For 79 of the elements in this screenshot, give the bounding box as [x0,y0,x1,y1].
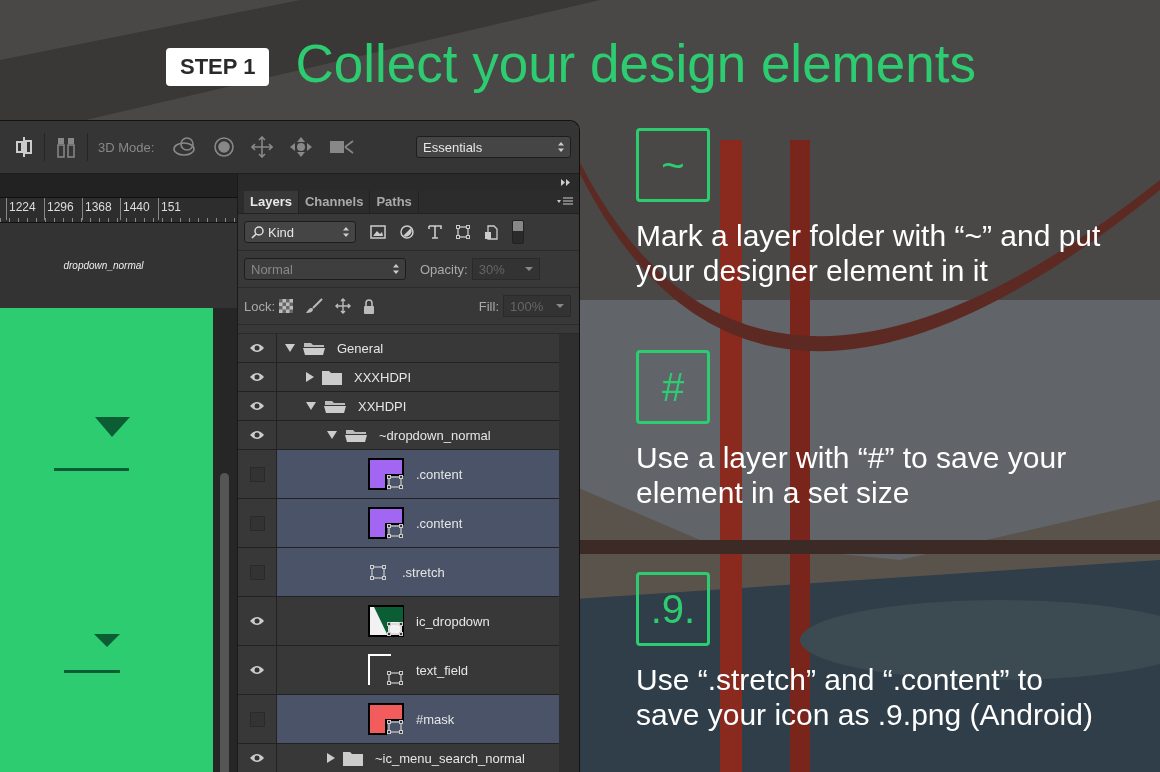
eye-icon[interactable] [249,753,265,763]
step-description: Use “.stretch” and “.content” to save your icon as .9.png (Android) [636,662,1094,732]
menu-icon[interactable] [557,197,573,207]
filter-dropdown[interactable]: Kind [244,221,356,243]
expand-arrow-icon[interactable] [327,431,337,439]
ruler-number: 1440 [120,198,158,220]
scrollbar[interactable] [220,473,229,772]
checker-icon[interactable] [279,299,294,313]
layer-name: #mask [416,711,455,727]
eye-icon[interactable] [249,372,265,382]
step-symbol: ~ [636,128,710,202]
workspace-dropdown[interactable]: Essentials [416,136,571,158]
distribute-icon[interactable] [55,136,77,158]
layer-row[interactable]: .content [277,499,559,547]
layer-name: .content [416,466,463,482]
layer-name: XXXHDPI [354,369,412,385]
layer-thumbnail [368,654,404,686]
layer-name: .stretch [402,564,445,580]
artboard-label: dropdown_normal [63,260,144,271]
slide-arrows-icon[interactable] [289,136,314,158]
collapse-arrow-icon[interactable] [306,372,314,382]
collapse-arrow-icon[interactable] [327,753,335,763]
eye-icon[interactable] [249,401,265,411]
layer-name: .content [416,515,463,531]
lock-icon[interactable] [363,298,376,314]
folder-icon [324,399,346,413]
filter-toggle[interactable] [512,220,524,244]
layer-name: General [337,340,384,356]
layer-name: ~ic_menu_search_normal [375,750,525,766]
step-symbol: # [636,350,710,424]
layer-row[interactable]: .content [277,450,559,498]
layer-name: ic_dropdown [416,613,490,629]
search-icon [251,225,264,239]
layer-row[interactable]: #mask [277,695,559,743]
ruler-number: 1368 [82,198,120,220]
shape-icon[interactable] [456,225,470,239]
move-arrows-icon[interactable] [251,136,274,158]
step-symbol: .9. [636,572,710,646]
eye-icon[interactable] [249,616,265,626]
step-description: Mark a layer folder with “~” and put your designer element in it [636,218,1102,288]
step-badge: STEP 1 [166,48,270,86]
folder-icon [343,750,363,766]
ruler-number: 1224 [6,198,44,220]
rotate-icon[interactable] [213,136,236,158]
lock-label: Lock: [244,298,276,314]
folder-icon [303,341,325,355]
page-heading: Collect your design elements [295,36,976,92]
layer-name: text_field [416,662,469,678]
image-icon[interactable] [370,225,386,239]
layer-row[interactable]: .stretch [277,548,559,596]
smart-object-icon[interactable] [484,224,498,240]
brush-icon[interactable] [305,298,324,314]
ruler-number: 1296 [44,198,82,220]
eye-icon[interactable] [249,665,265,675]
3d-mode-label: 3D Mode: [98,139,155,155]
align-icon[interactable] [14,136,34,158]
layer-name: XXHDPI [358,398,407,414]
expand-arrow-icon[interactable] [306,402,316,410]
eye-icon[interactable] [249,343,265,353]
orbit-icon[interactable] [173,136,198,158]
folder-icon [322,369,342,385]
video-camera-icon[interactable] [329,138,356,156]
panel-tab[interactable]: Layers [244,191,299,213]
ruler-number: 151 [158,198,182,220]
move-icon[interactable] [335,298,352,314]
step-description: Use a layer with “#” to save your element in a set size [636,440,1068,510]
folder-icon [345,428,367,442]
collapse-icon[interactable] [561,179,571,186]
panel-tab[interactable]: Channels [298,191,371,213]
panel-tab[interactable]: Paths [370,191,419,213]
opacity-label: Opacity: [420,261,468,277]
shape-icon [370,564,386,580]
dropdown-drawing [64,634,120,674]
adjustment-icon[interactable] [400,225,414,239]
type-icon[interactable] [428,225,442,239]
layer-name: ~dropdown_normal [379,427,491,443]
eye-icon[interactable] [249,430,265,440]
expand-arrow-icon[interactable] [285,344,295,352]
fill-label: Fill: [478,298,499,314]
